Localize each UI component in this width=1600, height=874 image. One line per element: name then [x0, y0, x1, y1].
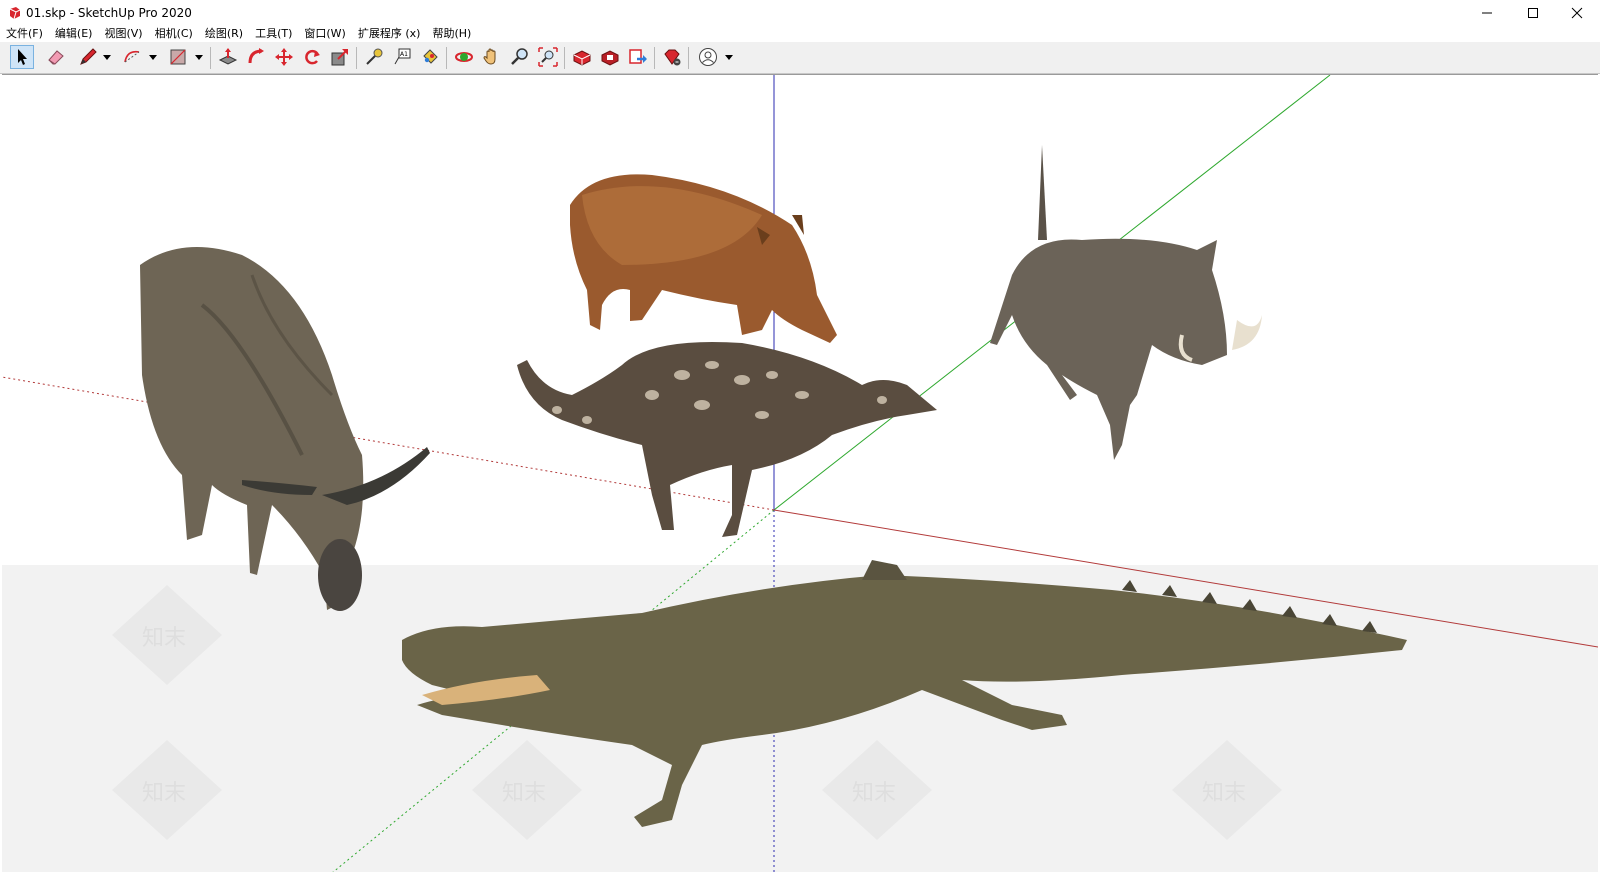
- minimize-button[interactable]: [1464, 0, 1510, 26]
- toolbar-separator: [654, 47, 655, 69]
- scene-canvas[interactable]: 知末 知末 知末 知末 知末: [2, 75, 1598, 872]
- civet-model[interactable]: [517, 341, 937, 537]
- shape-tool-button[interactable]: [166, 45, 190, 69]
- zoom-extents-icon: [538, 47, 558, 67]
- zoom-tool-button[interactable]: [508, 45, 532, 69]
- select-tool-button[interactable]: [10, 45, 34, 69]
- pencil-icon: [80, 48, 97, 65]
- paint-bucket-tool-button[interactable]: [418, 45, 442, 69]
- ruby-gem-icon: [664, 49, 681, 66]
- menu-edit[interactable]: 编辑(E): [49, 26, 99, 42]
- watermark-text: 知末: [1202, 781, 1246, 806]
- text-label-icon: A1: [394, 48, 411, 65]
- maximize-icon: [1528, 8, 1538, 18]
- wildebeest-model[interactable]: [140, 247, 430, 611]
- orbit-icon: [455, 52, 473, 62]
- menu-camera[interactable]: 相机(C): [149, 26, 199, 42]
- menu-file[interactable]: 文件(F): [0, 26, 49, 42]
- menu-tools[interactable]: 工具(T): [249, 26, 298, 42]
- arc-icon: [124, 50, 140, 63]
- menu-draw[interactable]: 绘图(R): [199, 26, 249, 42]
- account-dropdown-caret-icon[interactable]: [724, 52, 734, 62]
- account-button[interactable]: [696, 45, 720, 69]
- close-icon: [1571, 7, 1583, 19]
- rectangle-icon: [170, 49, 186, 65]
- orbit-tool-button[interactable]: [452, 45, 476, 69]
- pencil-tool-button[interactable]: [76, 45, 100, 69]
- maximize-button[interactable]: [1510, 0, 1556, 26]
- svg-text:A1: A1: [400, 51, 408, 58]
- main-toolbar: A1: [0, 42, 1600, 74]
- toolbar-separator: [564, 47, 565, 69]
- paint-bucket-icon: [423, 49, 438, 64]
- menu-bar: 文件(F) 编辑(E) 视图(V) 相机(C) 绘图(R) 工具(T) 窗口(W…: [0, 26, 1600, 42]
- 3d-warehouse-icon: [573, 50, 591, 66]
- menu-extensions[interactable]: 扩展程序 (x): [352, 26, 427, 42]
- follow-me-tool-button[interactable]: [244, 45, 268, 69]
- 3d-warehouse-button[interactable]: [570, 45, 594, 69]
- close-button[interactable]: [1554, 0, 1600, 26]
- pan-tool-button[interactable]: [480, 45, 504, 69]
- eraser-tool-button[interactable]: [44, 45, 68, 69]
- watermark-text: 知末: [502, 781, 546, 806]
- zoom-extents-tool-button[interactable]: [536, 45, 560, 69]
- toolbar-separator: [210, 47, 211, 69]
- follow-me-icon: [248, 48, 264, 64]
- warthog-model[interactable]: [990, 145, 1262, 460]
- extension-warehouse-button[interactable]: [598, 45, 622, 69]
- watermark-text: 知末: [142, 626, 186, 651]
- scale-tool-button[interactable]: [328, 45, 352, 69]
- menu-view[interactable]: 视图(V): [98, 26, 148, 42]
- toolbar-separator: [356, 47, 357, 69]
- toolbar-separator: [688, 47, 689, 69]
- watermark-text: 知末: [142, 781, 186, 806]
- move-tool-button[interactable]: [272, 45, 296, 69]
- rotate-icon: [305, 49, 320, 65]
- arc-dropdown-caret-icon[interactable]: [148, 52, 158, 62]
- select-arrow-icon: [18, 49, 27, 65]
- push-pull-tool-button[interactable]: [216, 45, 240, 69]
- window-title: 01.skp - SketchUp Pro 2020: [26, 6, 192, 20]
- menu-window[interactable]: 窗口(W): [298, 26, 351, 42]
- sketchup-app-icon: [9, 7, 21, 20]
- zoom-magnifier-icon: [511, 48, 528, 65]
- pencil-dropdown-caret-icon[interactable]: [102, 52, 112, 62]
- extension-warehouse-icon: [601, 50, 619, 66]
- title-bar: 01.skp - SketchUp Pro 2020: [0, 0, 1600, 26]
- tape-measure-icon: [366, 48, 383, 65]
- pan-hand-icon: [483, 48, 496, 65]
- watermark-text: 知末: [852, 781, 896, 806]
- tape-measure-tool-button[interactable]: [362, 45, 386, 69]
- scale-icon: [331, 49, 348, 66]
- arc-tool-button[interactable]: [120, 45, 144, 69]
- bushpig-model[interactable]: [570, 174, 837, 343]
- send-to-layout-icon: [629, 49, 647, 64]
- shape-dropdown-caret-icon[interactable]: [194, 52, 204, 62]
- extension-manager-button[interactable]: [660, 45, 684, 69]
- minimize-icon: [1482, 12, 1492, 14]
- drawing-viewport[interactable]: 知末 知末 知末 知末 知末: [2, 74, 1598, 872]
- eraser-icon: [48, 50, 64, 65]
- text-tool-button[interactable]: A1: [390, 45, 414, 69]
- push-pull-icon: [218, 48, 238, 65]
- move-icon: [275, 48, 293, 66]
- menu-help[interactable]: 帮助(H): [426, 26, 477, 42]
- send-to-layout-button[interactable]: [626, 45, 650, 69]
- user-avatar-icon: [699, 48, 717, 66]
- toolbar-separator: [446, 47, 447, 69]
- rotate-tool-button[interactable]: [300, 45, 324, 69]
